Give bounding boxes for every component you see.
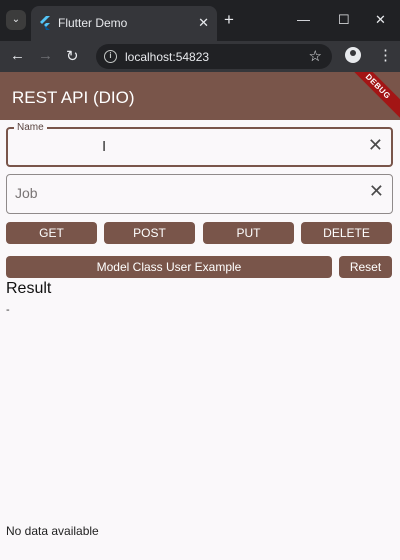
- maximize-icon[interactable]: ☐: [338, 12, 350, 28]
- profile-icon[interactable]: [345, 47, 361, 63]
- debug-banner: DEBUG: [339, 72, 400, 126]
- clear-icon[interactable]: ✕: [368, 135, 383, 156]
- no-data-text: No data available: [6, 524, 99, 538]
- tab-flutter-demo[interactable]: Flutter Demo ✕: [31, 6, 217, 41]
- get-button[interactable]: GET: [6, 222, 97, 244]
- post-button[interactable]: POST: [104, 222, 195, 244]
- clear-icon[interactable]: ✕: [369, 181, 384, 202]
- menu-icon[interactable]: ⋮: [378, 46, 393, 64]
- page-title: REST API (DIO): [12, 88, 135, 107]
- name-input[interactable]: [16, 139, 356, 155]
- name-field-label: Name: [14, 122, 47, 133]
- put-button[interactable]: PUT: [203, 222, 294, 244]
- model-class-example-button[interactable]: Model Class User Example: [6, 256, 332, 278]
- browser-window: ⌄ Flutter Demo ✕ + — ☐ ✕ ← → ↻ i localho…: [0, 0, 400, 560]
- address-bar[interactable]: i localhost:54823 ☆: [96, 44, 332, 69]
- text-cursor-icon: I: [102, 138, 107, 155]
- url-text: localhost:54823: [125, 50, 210, 64]
- name-field[interactable]: Name I ✕: [6, 122, 393, 167]
- plus-icon[interactable]: +: [224, 10, 234, 30]
- result-heading: Result: [6, 280, 52, 297]
- job-field[interactable]: ✕: [6, 174, 393, 214]
- info-icon[interactable]: i: [104, 50, 117, 63]
- star-icon[interactable]: ☆: [309, 47, 322, 65]
- tab-search-icon[interactable]: ⌄: [6, 10, 26, 30]
- tab-title: Flutter Demo: [58, 16, 128, 30]
- app-bar: REST API (DIO) DEBUG: [0, 72, 400, 126]
- browser-toolbar: ← → ↻ i localhost:54823 ☆ ⋮: [0, 41, 400, 72]
- forward-icon[interactable]: →: [38, 47, 53, 64]
- reload-icon[interactable]: ↻: [66, 47, 79, 65]
- tab-strip: ⌄ Flutter Demo ✕ + — ☐ ✕: [0, 0, 400, 41]
- close-icon[interactable]: ✕: [198, 15, 209, 31]
- window-close-icon[interactable]: ✕: [375, 12, 386, 28]
- delete-button[interactable]: DELETE: [301, 222, 392, 244]
- flutter-icon: [40, 16, 50, 30]
- reset-button[interactable]: Reset: [339, 256, 392, 278]
- flutter-app: REST API (DIO) DEBUG Name I ✕ ✕ GET POST…: [0, 72, 400, 560]
- result-value: -: [6, 304, 10, 316]
- minimize-icon[interactable]: —: [297, 12, 310, 27]
- job-input[interactable]: [15, 185, 355, 201]
- back-icon[interactable]: ←: [10, 47, 25, 64]
